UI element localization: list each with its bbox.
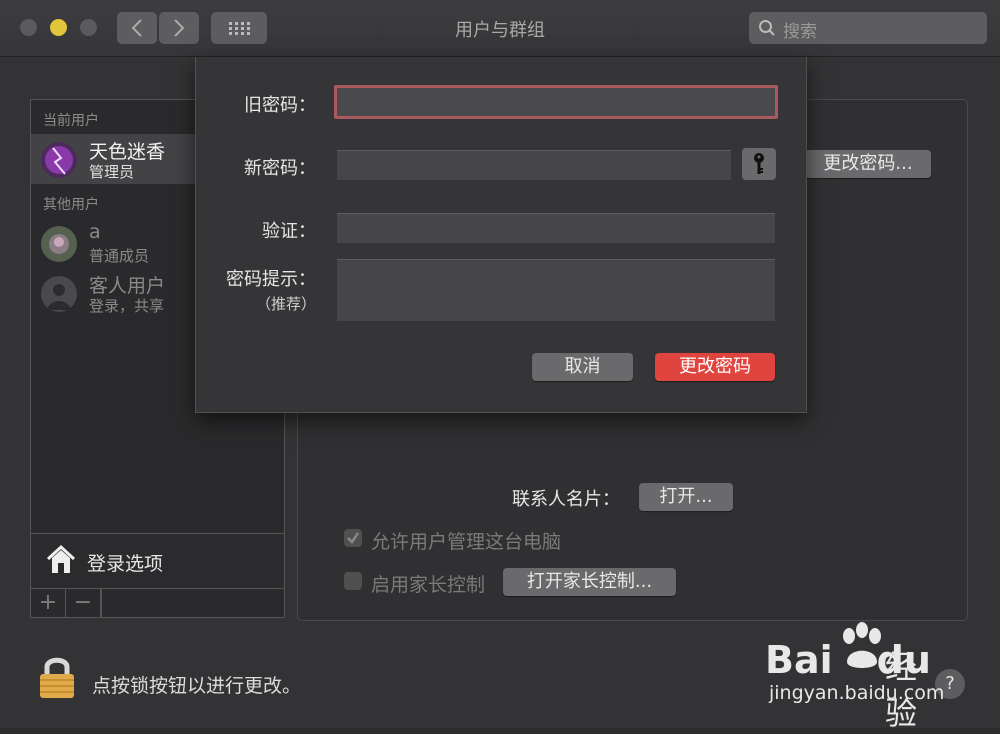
lock-hint-text: 点按锁按钮以进行更改。	[92, 675, 302, 697]
current-user-name: 天色迷香	[89, 141, 166, 163]
add-remove-bar: + −	[31, 588, 284, 618]
title-bar: 用户与群组 搜索	[0, 0, 1000, 57]
lock-button[interactable]	[37, 655, 77, 703]
users-groups-window: 用户与群组 搜索 当前用户 天色迷香 管理员 其他用户 a 普通成员 客人用户 …	[0, 0, 1000, 732]
house-icon	[46, 544, 76, 573]
parental-control-label: 启用家长控制	[371, 574, 486, 596]
guest-user-name: 客人用户	[89, 275, 166, 297]
key-icon	[754, 153, 764, 174]
verify-label: 验证：	[262, 221, 316, 242]
lock-icon	[40, 657, 74, 698]
bar-divider	[101, 589, 102, 618]
open-contact-card-button[interactable]: 打开...	[639, 483, 733, 511]
verify-password-field[interactable]	[337, 213, 775, 243]
allow-admin-checkbox[interactable]	[344, 529, 362, 547]
watermark-url: jingyan.baidu.com	[769, 682, 945, 704]
new-password-label: 新密码：	[244, 158, 316, 179]
guest-avatar-icon	[41, 276, 77, 312]
search-icon	[759, 20, 775, 36]
avatar	[41, 142, 77, 178]
user-a-name: a	[89, 221, 101, 243]
open-parental-controls-button[interactable]: 打开家长控制...	[503, 568, 676, 596]
user-a-role: 普通成员	[89, 247, 150, 265]
parental-control-checkbox[interactable]	[344, 572, 362, 590]
confirm-change-password-button[interactable]: 更改密码	[655, 353, 775, 381]
search-placeholder: 搜索	[783, 22, 817, 42]
search-field[interactable]: 搜索	[749, 12, 987, 44]
new-password-field[interactable]	[337, 150, 731, 180]
login-options-label: 登录选项	[87, 553, 164, 575]
password-hint-recommended: （推荐）	[255, 295, 316, 313]
current-user-role: 管理员	[89, 163, 135, 181]
checkmark-icon	[347, 532, 359, 544]
change-password-sheet: 旧密码： 新密码： 验证： 密码提示： （推荐） 取消 更改密码	[195, 57, 807, 413]
password-hint-field[interactable]	[337, 259, 775, 321]
remove-user-button[interactable]: −	[66, 589, 101, 618]
avatar	[41, 226, 77, 262]
add-user-button[interactable]: +	[31, 589, 66, 618]
password-assistant-button[interactable]	[742, 148, 776, 180]
current-user-header: 当前用户	[43, 113, 99, 129]
old-password-label: 旧密码：	[244, 95, 316, 116]
password-hint-label: 密码提示：	[226, 269, 316, 290]
guest-user-role: 登录，共享	[89, 297, 165, 315]
change-password-button[interactable]: 更改密码...	[805, 150, 931, 178]
login-options-item[interactable]: 登录选项	[31, 533, 284, 589]
contact-card-label: 联系人名片：	[512, 489, 620, 510]
old-password-field[interactable]	[334, 85, 778, 119]
cancel-button[interactable]: 取消	[532, 353, 633, 381]
other-users-header: 其他用户	[43, 197, 99, 213]
allow-admin-label: 允许用户管理这台电脑	[371, 531, 562, 553]
